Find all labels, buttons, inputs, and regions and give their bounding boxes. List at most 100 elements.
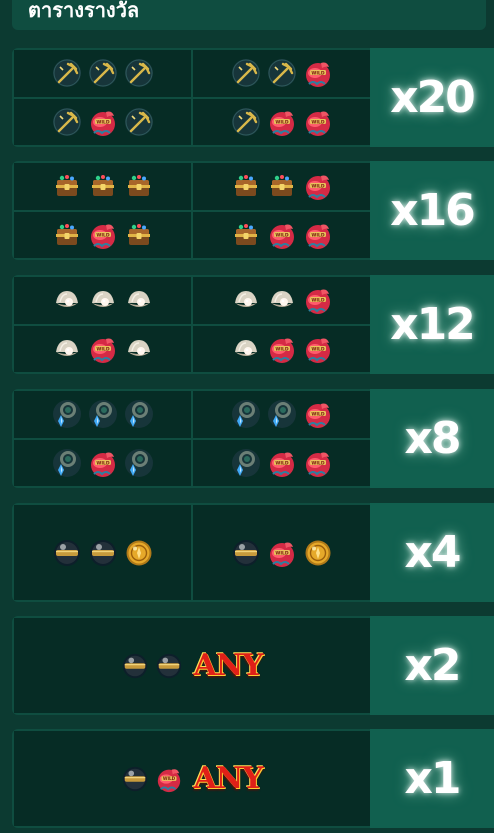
symbol-combination [14, 277, 191, 324]
trident-icon [124, 58, 154, 88]
svg-text:WILD: WILD [311, 412, 325, 418]
pearl-icon [88, 285, 118, 315]
symbol-combination: ANY [14, 618, 370, 713]
pearl-icon [231, 334, 261, 364]
wild-icon: WILD [88, 448, 118, 478]
payout-multiplier: x16 [370, 161, 494, 260]
orb-icon [121, 765, 149, 793]
symbol-combination [14, 50, 191, 97]
amulet-icon [88, 399, 118, 429]
combination-grid: WILD WILD WILD WILD [14, 163, 370, 258]
symbol-combination: WILD WILD [193, 439, 370, 486]
paytable-row-x4: WILD x4 [12, 503, 494, 602]
pearl-icon [52, 285, 82, 315]
orb-icon [231, 538, 261, 568]
paytable-header: ตารางรางวัล [12, 0, 486, 30]
chest-icon [52, 171, 82, 201]
amulet-icon [267, 399, 297, 429]
symbol-combination: WILD [14, 439, 191, 486]
wild-icon: WILD [267, 538, 297, 568]
payout-multiplier: x4 [370, 503, 494, 602]
wild-icon: WILD [155, 765, 183, 793]
pearl-icon [52, 334, 82, 364]
chest-icon [124, 171, 154, 201]
payout-multiplier: x8 [370, 389, 494, 488]
wild-icon: WILD [88, 220, 118, 250]
symbol-combination: WILD [193, 277, 370, 324]
orb-icon [88, 538, 118, 568]
paytable-row-x12: WILD WILD WILD WILD x12 [12, 275, 494, 374]
svg-text:WILD: WILD [96, 119, 110, 125]
payout-multiplier: x2 [370, 616, 494, 715]
any-symbol-label: ANY [193, 647, 263, 683]
wild-icon: WILD [303, 399, 333, 429]
svg-text:WILD: WILD [275, 346, 289, 352]
paytable-row-x8: WILD WILD WILD WILD x8 [12, 389, 494, 488]
symbol-combination: WILD [193, 505, 370, 600]
amulet-icon [231, 448, 261, 478]
paytable-row-x2: ANY x2 [12, 616, 494, 715]
amulet-icon [124, 399, 154, 429]
combination-grid: WILD [14, 505, 370, 600]
combination-grid: ANY [14, 618, 370, 713]
pearl-icon [267, 285, 297, 315]
symbol-combination: WILD [14, 325, 191, 372]
symbol-combination: WILD [193, 163, 370, 210]
svg-text:WILD: WILD [96, 460, 110, 466]
trident-icon [231, 58, 261, 88]
amulet-icon [231, 399, 261, 429]
trident-icon [52, 58, 82, 88]
wild-icon: WILD [303, 171, 333, 201]
svg-text:WILD: WILD [275, 119, 289, 125]
payout-multiplier: x1 [370, 729, 494, 828]
symbol-combination: WILD [14, 98, 191, 145]
wild-icon: WILD [303, 58, 333, 88]
trident-icon [267, 58, 297, 88]
coin-icon [303, 538, 333, 568]
wild-icon: WILD [303, 448, 333, 478]
svg-text:WILD: WILD [311, 346, 325, 352]
paytable-row-x20: WILD WILD WILD WILD x20 [12, 48, 494, 147]
coin-icon [124, 538, 154, 568]
chest-icon [231, 171, 261, 201]
any-symbol-label: ANY [193, 760, 263, 796]
symbol-combination [14, 505, 191, 600]
combination-grid: WILD WILD WILD WILD [14, 391, 370, 486]
wild-icon: WILD [303, 220, 333, 250]
amulet-icon [124, 448, 154, 478]
combination-grid: WILD WILD WILD WILD [14, 277, 370, 372]
symbol-combination: WILD WILD [193, 325, 370, 372]
orb-icon [121, 652, 149, 680]
amulet-icon [52, 399, 82, 429]
svg-text:WILD: WILD [275, 460, 289, 466]
wild-icon: WILD [88, 334, 118, 364]
pearl-icon [124, 285, 154, 315]
paytable-row-x1: WILD ANY x1 [12, 729, 494, 828]
payout-multiplier: x20 [370, 48, 494, 147]
svg-text:WILD: WILD [163, 776, 176, 781]
wild-icon: WILD [267, 107, 297, 137]
svg-text:WILD: WILD [275, 232, 289, 238]
wild-icon: WILD [303, 285, 333, 315]
symbol-combination: WILD ANY [14, 731, 370, 826]
symbol-combination: WILD [14, 211, 191, 258]
trident-icon [124, 107, 154, 137]
svg-text:WILD: WILD [275, 550, 289, 556]
orb-icon [155, 652, 183, 680]
svg-text:WILD: WILD [311, 298, 325, 304]
svg-text:WILD: WILD [311, 119, 325, 125]
trident-icon [88, 58, 118, 88]
wild-icon: WILD [267, 220, 297, 250]
chest-icon [231, 220, 261, 250]
wild-icon: WILD [88, 107, 118, 137]
combination-grid: WILD ANY [14, 731, 370, 826]
payout-multiplier: x12 [370, 275, 494, 374]
paytable-title: ตารางรางวัล [28, 0, 140, 22]
svg-text:WILD: WILD [311, 460, 325, 466]
wild-icon: WILD [303, 334, 333, 364]
chest-icon [267, 171, 297, 201]
orb-icon [52, 538, 82, 568]
svg-text:WILD: WILD [311, 232, 325, 238]
amulet-icon [52, 448, 82, 478]
symbol-combination: WILD [193, 391, 370, 438]
